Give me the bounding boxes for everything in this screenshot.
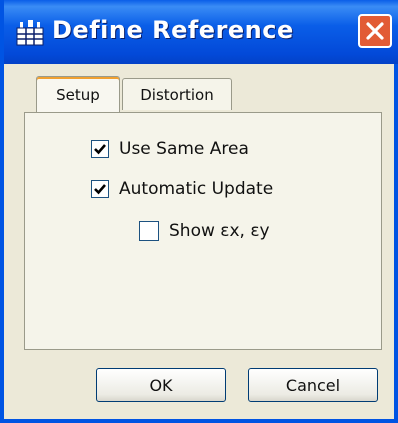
use-same-area-label: Use Same Area xyxy=(119,139,249,159)
use-same-area-option[interactable]: Use Same Area xyxy=(91,139,249,159)
show-ex-ey-option[interactable]: Show εx, εy xyxy=(139,221,270,241)
show-ex-ey-checkbox[interactable] xyxy=(139,221,159,241)
grid-table-icon xyxy=(16,20,44,46)
tab-distortion[interactable]: Distortion xyxy=(122,78,232,110)
checkmark-icon xyxy=(94,184,106,195)
close-icon xyxy=(366,22,384,40)
checkmark-icon xyxy=(94,144,106,155)
dialog-window: Define Reference Setup Distortion Use Sa… xyxy=(0,0,398,423)
title-bar[interactable]: Define Reference xyxy=(4,0,398,64)
use-same-area-checkbox[interactable] xyxy=(91,140,109,158)
show-ex-ey-label: Show εx, εy xyxy=(169,221,270,241)
automatic-update-label: Automatic Update xyxy=(119,179,274,199)
close-button[interactable] xyxy=(358,14,392,48)
cancel-button[interactable]: Cancel xyxy=(248,368,378,402)
tab-setup[interactable]: Setup xyxy=(36,76,120,112)
tab-panel-setup: Use Same Area Automatic Update Show εx, … xyxy=(24,112,382,350)
automatic-update-option[interactable]: Automatic Update xyxy=(91,179,273,199)
ok-button[interactable]: OK xyxy=(96,368,226,402)
automatic-update-checkbox[interactable] xyxy=(91,180,109,198)
window-title: Define Reference xyxy=(52,16,294,44)
